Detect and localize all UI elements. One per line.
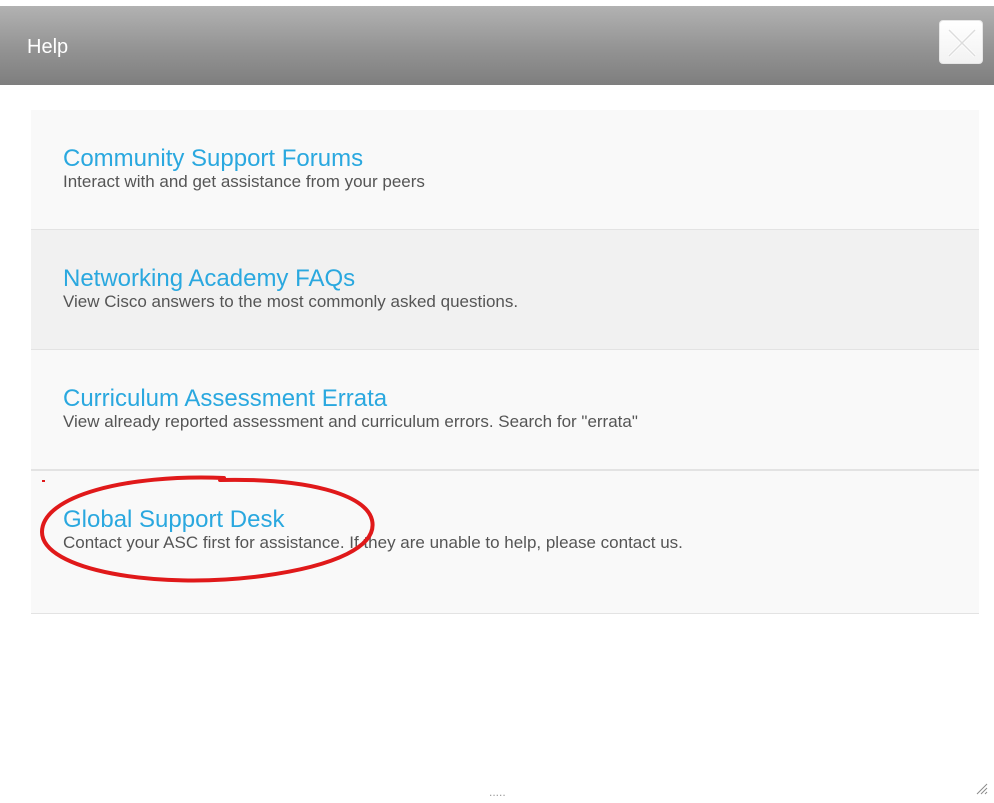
help-item-description: Interact with and get assistance from yo… xyxy=(63,172,425,191)
help-item-title[interactable]: Global Support Desk xyxy=(63,507,979,533)
help-item-errata[interactable]: Curriculum Assessment Errata View alread… xyxy=(31,350,979,470)
title-bar: Help xyxy=(0,6,994,85)
help-item-description: View already reported assessment and cur… xyxy=(63,412,638,431)
help-item-faqs[interactable]: Networking Academy FAQs View Cisco answe… xyxy=(31,230,979,350)
help-item-title[interactable]: Curriculum Assessment Errata xyxy=(63,386,979,412)
help-dialog: Help Community Support Forums Interact w… xyxy=(0,0,994,803)
help-item-description: Contact your ASC first for assistance. I… xyxy=(63,533,683,552)
help-item-title[interactable]: Community Support Forums xyxy=(63,146,979,172)
help-link-list: Community Support Forums Interact with a… xyxy=(31,110,979,614)
help-item-title[interactable]: Networking Academy FAQs xyxy=(63,266,979,292)
annotation-mark xyxy=(42,480,45,482)
pager-dots[interactable]: ..... xyxy=(489,786,506,798)
close-button[interactable] xyxy=(939,20,983,64)
help-item-description: View Cisco answers to the most commonly … xyxy=(63,292,519,311)
close-icon xyxy=(947,28,977,58)
resize-grip-icon[interactable] xyxy=(974,781,988,795)
help-item-global-support-desk[interactable]: Global Support Desk Contact your ASC fir… xyxy=(31,470,979,614)
dialog-title: Help xyxy=(27,36,69,58)
help-item-community-forums[interactable]: Community Support Forums Interact with a… xyxy=(31,110,979,230)
